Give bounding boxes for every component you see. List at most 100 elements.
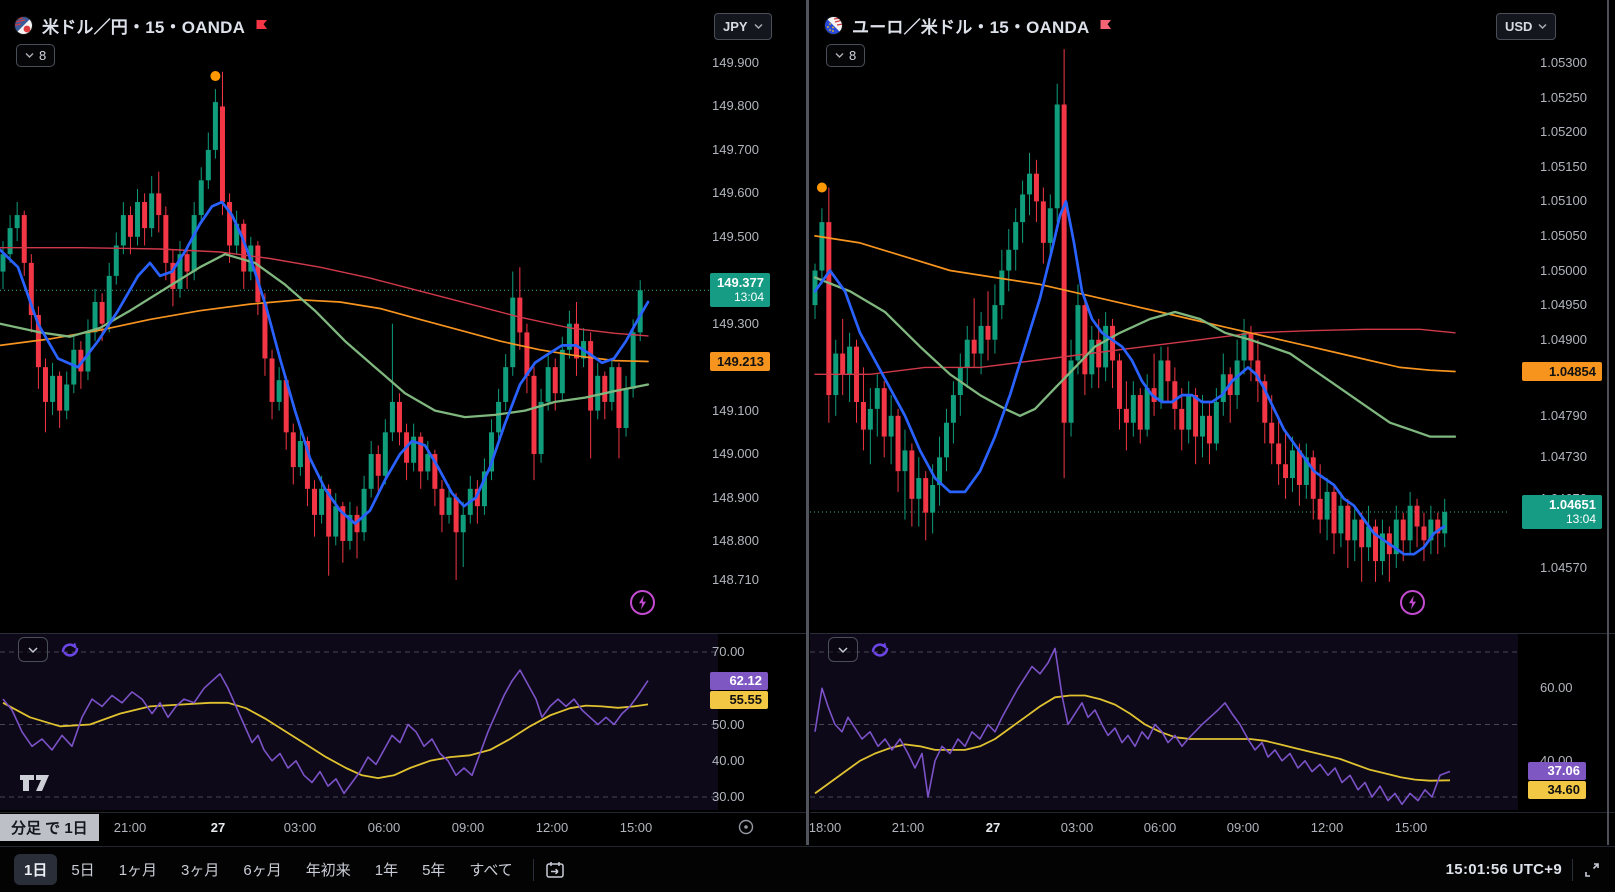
rsi-pane-background [810,634,1518,810]
panel-divider-handle[interactable] [806,0,809,845]
eurusd-interval-chip[interactable]: 8 [826,44,865,67]
time-tick[interactable]: 18:00 [810,820,841,835]
rsi-tick[interactable]: 40.00 [712,753,745,768]
signal-marker-dot [210,71,220,81]
range-button-6ヶ月[interactable]: 6ヶ月 [233,854,291,885]
eurusd-currency-dropdown[interactable]: USD [1496,13,1556,40]
time-tick[interactable]: 21:00 [114,820,147,835]
time-tick[interactable]: 15:00 [620,820,653,835]
bottom-toolbar: 1日5日1ヶ月3ヶ月6ヶ月年初来1年5年すべて 15:01:56 UTC+9 [0,846,1615,892]
rsi-tick[interactable]: 70.00 [712,644,745,659]
ma-line-green [0,254,648,417]
rsi-settings-chevron-button[interactable] [828,637,858,662]
rsi-settings-chevron-button[interactable] [18,637,48,662]
usdjpy-pair-flag-icon [14,16,33,35]
usdjpy-rsi-controls [18,637,82,662]
price-tick[interactable]: 1.05200 [1540,124,1587,139]
price-tick[interactable]: 148.800 [712,533,759,548]
price-tick[interactable]: 149.500 [712,229,759,244]
price-tick[interactable]: 149.700 [712,142,759,157]
time-tick[interactable]: 27 [986,820,1000,835]
fullscreen-button[interactable] [1583,861,1601,879]
sync-indicator-icon[interactable] [868,638,892,662]
sync-indicator-icon[interactable] [58,638,82,662]
price-tick[interactable]: 149.100 [712,403,759,418]
go-to-date-button[interactable] [544,859,566,881]
price-tick[interactable]: 148.900 [712,490,759,505]
time-tick[interactable]: 09:00 [452,820,485,835]
price-tick[interactable]: 1.05100 [1540,193,1587,208]
price-tick[interactable]: 1.05000 [1540,263,1587,278]
price-tick[interactable]: 148.710 [712,572,759,587]
price-tick[interactable]: 1.04570 [1540,560,1587,575]
usdjpy-interval-chip-label: 8 [39,48,46,63]
range-button-1日[interactable]: 1日 [14,854,57,885]
eurusd-interval-chip-label: 8 [849,48,856,63]
eurusd-rsi-controls [828,637,892,662]
ma-line-orange [815,236,1455,372]
time-tick[interactable]: 06:00 [1144,820,1177,835]
time-tick[interactable]: 09:00 [1227,820,1260,835]
ma-line-blue [815,201,1444,554]
scroll-to-current-bar-button[interactable] [737,818,755,841]
chevron-down-icon [25,52,34,59]
time-tick[interactable]: 03:00 [284,820,317,835]
price-tick[interactable]: 149.900 [712,55,759,70]
range-button-1年[interactable]: 1年 [365,854,408,885]
eurusd-symbol-title[interactable]: ユーロ／米ドル・15・OANDA [852,13,1089,38]
rsi-tick[interactable]: 50.00 [712,717,745,732]
eurusd-chart-header: ユーロ／米ドル・15・OANDA [824,13,1113,38]
time-tick[interactable]: 27 [211,820,225,835]
price-tick[interactable]: 149.300 [712,316,759,331]
time-tick[interactable]: 12:00 [536,820,569,835]
price-tick[interactable]: 1.04900 [1540,332,1587,347]
range-button-すべて[interactable]: すべて [459,854,522,885]
range-button-年初来[interactable]: 年初来 [296,854,361,885]
range-tooltip-text: 分足 で 1日 [11,817,88,838]
chevron-down-icon [1538,23,1547,30]
rsi-tick[interactable]: 30.00 [712,789,745,804]
lightning-bolt-icon [639,596,646,610]
range-button-5日[interactable]: 5日 [61,854,104,885]
eurusd-currency-label: USD [1505,19,1532,34]
pane-separator[interactable] [0,633,806,634]
pane-separator[interactable] [810,633,1615,634]
instant-order-bolt-button[interactable] [1399,589,1426,621]
eurusd-chart-canvas[interactable] [810,0,1615,845]
usdjpy-chart-canvas[interactable] [0,0,806,845]
price-tick[interactable]: 1.05050 [1540,228,1587,243]
session-clock[interactable]: 15:01:56 UTC+9 [1446,861,1562,878]
price-tick[interactable]: 1.04950 [1540,297,1587,312]
price-tick[interactable]: 149.000 [712,446,759,461]
price-tick[interactable]: 1.05150 [1540,159,1587,174]
range-button-1ヶ月[interactable]: 1ヶ月 [109,854,167,885]
price-tick[interactable]: 1.04790 [1540,408,1587,423]
price-tick[interactable]: 1.05300 [1540,55,1587,70]
price-tick[interactable]: 1.04730 [1540,449,1587,464]
eurusd-alert-flag-icon[interactable] [1098,18,1113,33]
usdjpy-interval-chip[interactable]: 8 [16,44,55,67]
eurusd-pair-flag-icon [824,16,843,35]
time-axis-separator [810,812,1615,813]
tradingview-logo[interactable] [18,770,58,799]
range-button-3ヶ月[interactable]: 3ヶ月 [171,854,229,885]
price-tick[interactable]: 149.800 [712,98,759,113]
usdjpy-currency-label: JPY [723,19,748,34]
usdjpy-symbol-title[interactable]: 米ドル／円・15・OANDA [42,13,245,38]
price-tick[interactable]: 1.05250 [1540,90,1587,105]
time-tick[interactable]: 03:00 [1061,820,1094,835]
range-button-5年[interactable]: 5年 [412,854,455,885]
usdjpy-currency-dropdown[interactable]: JPY [714,13,772,40]
window-right-edge [1607,0,1609,845]
time-tick[interactable]: 21:00 [892,820,925,835]
usdjpy-alert-flag-icon[interactable] [254,18,269,33]
ma-line-blue [0,202,648,524]
time-tick[interactable]: 06:00 [368,820,401,835]
time-tick[interactable]: 15:00 [1395,820,1428,835]
chevron-down-icon [838,646,848,654]
instant-order-bolt-button[interactable] [629,589,656,621]
trading-multichart-window: 米ドル／円・15・OANDA 8 JPY [0,0,1615,892]
time-tick[interactable]: 12:00 [1311,820,1344,835]
rsi-tick[interactable]: 60.00 [1540,680,1573,695]
price-tick[interactable]: 149.600 [712,185,759,200]
